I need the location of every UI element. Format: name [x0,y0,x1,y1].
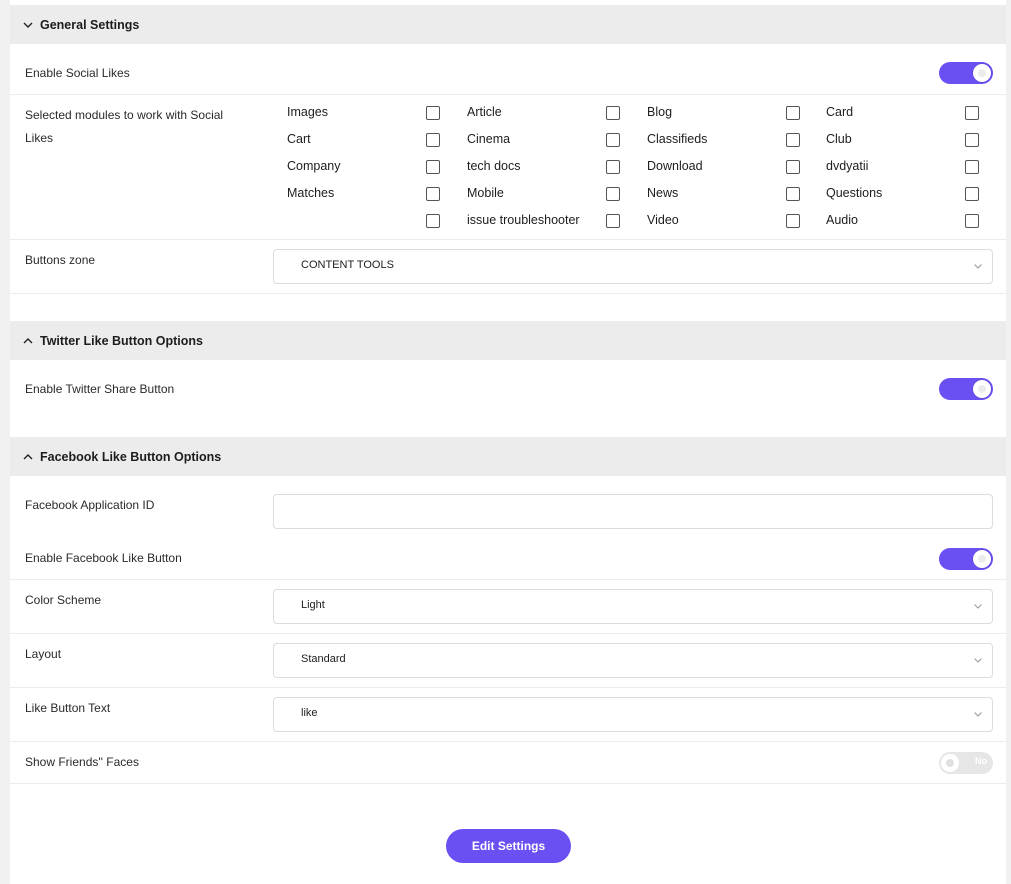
divider [10,783,1006,784]
facebook-app-id-input[interactable] [273,494,993,529]
module-label: Matches [287,186,335,200]
module-checkbox[interactable] [426,214,440,228]
chevron-down-icon [974,604,982,609]
module-label: Classifieds [647,132,708,146]
module-checkbox[interactable] [786,214,800,228]
show-friends-faces-label: Show Friends'' Faces [25,755,139,769]
divider [10,687,1006,688]
show-friends-faces-toggle[interactable]: No [939,752,993,774]
toggle-knob [941,754,959,772]
module-label: Cart [287,132,311,146]
module-checkbox[interactable] [965,106,979,120]
like-button-text-label: Like Button Text [25,701,111,715]
toggle-knob [973,550,991,568]
module-checkbox[interactable] [606,214,620,228]
enable-facebook-label: Enable Facebook Like Button [25,551,182,565]
divider [10,293,1006,294]
selected-modules-label: Selected modules to work with Social Lik… [25,108,224,145]
chevron-up-icon [23,453,33,459]
divider [10,579,1006,580]
module-checkbox[interactable] [606,133,620,147]
toggle-state-text: No [975,756,987,766]
enable-social-likes-label: Enable Social Likes [25,66,130,80]
general-settings-header[interactable]: General Settings [10,5,1006,44]
divider [10,741,1006,742]
module-label: Questions [826,186,883,200]
module-checkbox[interactable] [606,106,620,120]
general-settings-title: General Settings [40,17,140,32]
layout-label: Layout [25,647,62,661]
module-checkbox[interactable] [965,214,979,228]
module-checkbox[interactable] [786,187,800,201]
module-checkbox[interactable] [606,187,620,201]
divider [10,633,1006,634]
enable-social-likes-toggle[interactable] [939,62,993,84]
module-checkbox[interactable] [426,133,440,147]
buttons-zone-label: Buttons zone [25,253,96,267]
module-checkbox[interactable] [965,133,979,147]
module-label: News [647,186,679,200]
module-checkbox[interactable] [786,133,800,147]
color-scheme-select[interactable]: Light [273,589,993,624]
module-label: Club [826,132,852,146]
module-checkbox[interactable] [426,187,440,201]
enable-twitter-toggle[interactable] [939,378,993,400]
module-checkbox[interactable] [965,187,979,201]
layout-select[interactable]: Standard [273,643,993,678]
chevron-down-icon [974,264,982,269]
buttons-zone-value: CONTENT TOOLS [301,259,394,271]
twitter-options-title: Twitter Like Button Options [40,333,203,348]
chevron-down-icon [974,658,982,663]
module-label: Cinema [467,132,511,146]
chevron-down-icon [974,712,982,717]
color-scheme-label: Color Scheme [25,593,102,607]
edit-settings-button[interactable]: Edit Settings [446,829,571,863]
facebook-app-id-label: Facebook Application ID [25,498,155,512]
like-button-text-select[interactable]: like [273,697,993,732]
enable-twitter-label: Enable Twitter Share Button [25,382,175,396]
module-label: tech docs [467,159,521,173]
module-checkbox[interactable] [426,106,440,120]
twitter-options-header[interactable]: Twitter Like Button Options [10,321,1006,360]
chevron-up-icon [23,337,33,343]
module-label: Article [467,105,502,119]
divider [10,94,1006,95]
module-label: Audio [826,213,858,227]
module-checkbox[interactable] [965,160,979,174]
settings-panel: General Settings Enable Social Likes Sel… [10,0,1006,884]
enable-facebook-toggle[interactable] [939,548,993,570]
module-label: Card [826,105,854,119]
module-label: Video [647,213,679,227]
facebook-options-header[interactable]: Facebook Like Button Options [10,437,1006,476]
module-label: Blog [647,105,673,119]
module-checkbox[interactable] [426,160,440,174]
module-checkbox[interactable] [606,160,620,174]
facebook-options-title: Facebook Like Button Options [40,449,222,464]
module-label: Download [647,159,703,173]
toggle-knob [973,64,991,82]
layout-value: Standard [301,653,346,665]
module-label: Mobile [467,186,504,200]
chevron-down-icon [23,22,33,28]
divider [10,239,1006,240]
color-scheme-value: Light [301,599,325,611]
buttons-zone-select[interactable]: CONTENT TOOLS [273,249,993,284]
module-label: Company [287,159,341,173]
module-label: dvdyatii [826,159,869,173]
module-label: issue troubleshooter [467,213,580,227]
toggle-knob [973,380,991,398]
module-checkbox[interactable] [786,106,800,120]
module-checkbox[interactable] [786,160,800,174]
module-label: Images [287,105,328,119]
like-button-text-value: like [301,707,318,719]
